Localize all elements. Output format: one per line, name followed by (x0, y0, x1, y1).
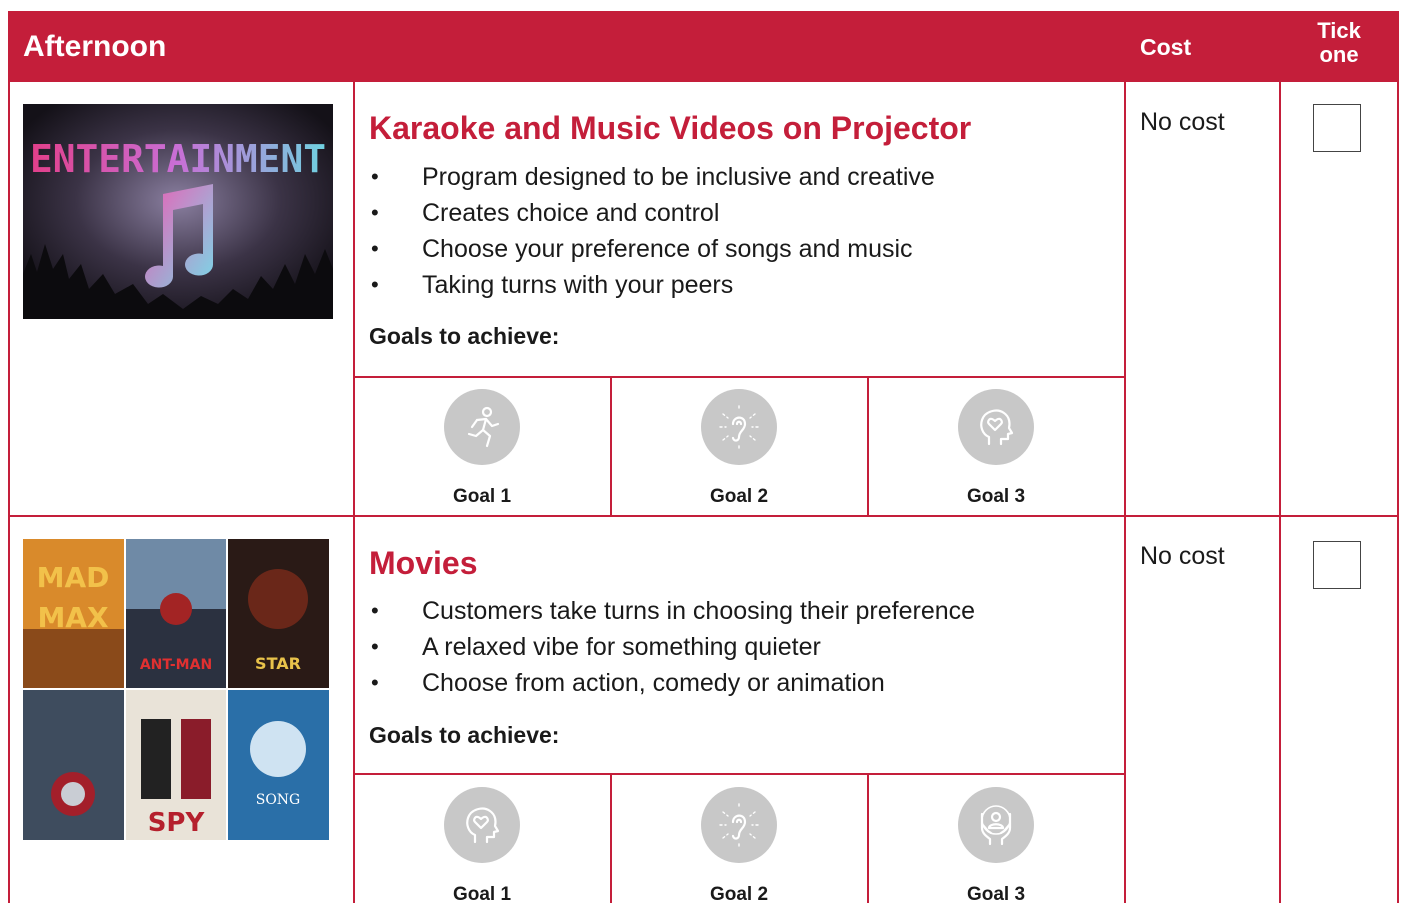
svg-text:SONG: SONG (256, 792, 301, 808)
goals-divider (353, 376, 1126, 378)
entertainment-image: ENTERTAINMENT (23, 104, 333, 319)
activity-bullet-list: Program designed to be inclusive and cre… (369, 159, 935, 303)
ear-icon (701, 389, 777, 465)
movie-posters-image: MAD MAX ANT-MAN STAR SPY SONG (23, 539, 329, 840)
activity-bullet-list: Customers take turns in choosing their p… (369, 593, 975, 701)
activity-title: Karaoke and Music Videos on Projector (369, 110, 972, 146)
goal-label: Goal 3 (966, 486, 1026, 507)
entertainment-image-title: ENTERTAINMENT (30, 137, 326, 181)
list-item: Choose your preference of songs and musi… (369, 231, 935, 267)
goals-divider (353, 773, 1126, 775)
list-item: Creates choice and control (369, 195, 935, 231)
ear-icon (701, 787, 777, 863)
svg-text:MAD: MAD (37, 561, 110, 594)
section-title: Afternoon (23, 30, 167, 63)
goal-item: Goal 1 (422, 787, 542, 906)
goal-item: Goal 1 (422, 389, 542, 508)
goal-label: Goal 1 (452, 486, 512, 507)
table-border-left (8, 82, 10, 903)
svg-text:SPY: SPY (148, 808, 206, 838)
list-item: Program designed to be inclusive and cre… (369, 159, 935, 195)
goal-cell-divider (867, 376, 869, 515)
goals-label: Goals to achieve: (369, 722, 560, 748)
svg-text:ANT-MAN: ANT-MAN (140, 657, 212, 673)
list-item: Choose from action, comedy or animation (369, 665, 975, 701)
goal-cell-divider (867, 773, 869, 903)
goal-item: Goal 2 (679, 787, 799, 906)
cost-value: No cost (1140, 108, 1225, 136)
svg-text:STAR: STAR (255, 654, 301, 673)
column-divider (353, 82, 355, 903)
tick-column-header: Tick one (1308, 19, 1370, 67)
goal-label: Goal 2 (709, 486, 769, 507)
list-item: Taking turns with your peers (369, 267, 935, 303)
hands-person-icon (958, 787, 1034, 863)
list-item: A relaxed vibe for something quieter (369, 629, 975, 665)
tick-checkbox[interactable] (1313, 541, 1361, 589)
activity-title: Movies (369, 545, 478, 581)
table-border-right (1397, 82, 1399, 903)
svg-text:MAX: MAX (37, 601, 109, 634)
list-item: Customers take turns in choosing their p… (369, 593, 975, 629)
row-divider (8, 515, 1399, 517)
cost-value: No cost (1140, 542, 1225, 570)
goal-item: Goal 3 (936, 389, 1056, 508)
tick-header-line1: Tick (1317, 18, 1361, 43)
head-heart-icon (958, 389, 1034, 465)
goals-label: Goals to achieve: (369, 323, 560, 349)
goal-cell-divider (610, 773, 612, 903)
column-divider (1124, 82, 1126, 903)
running-person-icon (444, 389, 520, 465)
goal-item: Goal 2 (679, 389, 799, 508)
head-heart-icon (444, 787, 520, 863)
cost-column-header: Cost (1140, 34, 1192, 60)
tick-header-line2: one (1319, 42, 1359, 67)
goal-item: Goal 3 (936, 787, 1056, 906)
tick-checkbox[interactable] (1313, 104, 1361, 152)
column-divider (1279, 82, 1281, 903)
goal-cell-divider (610, 376, 612, 515)
